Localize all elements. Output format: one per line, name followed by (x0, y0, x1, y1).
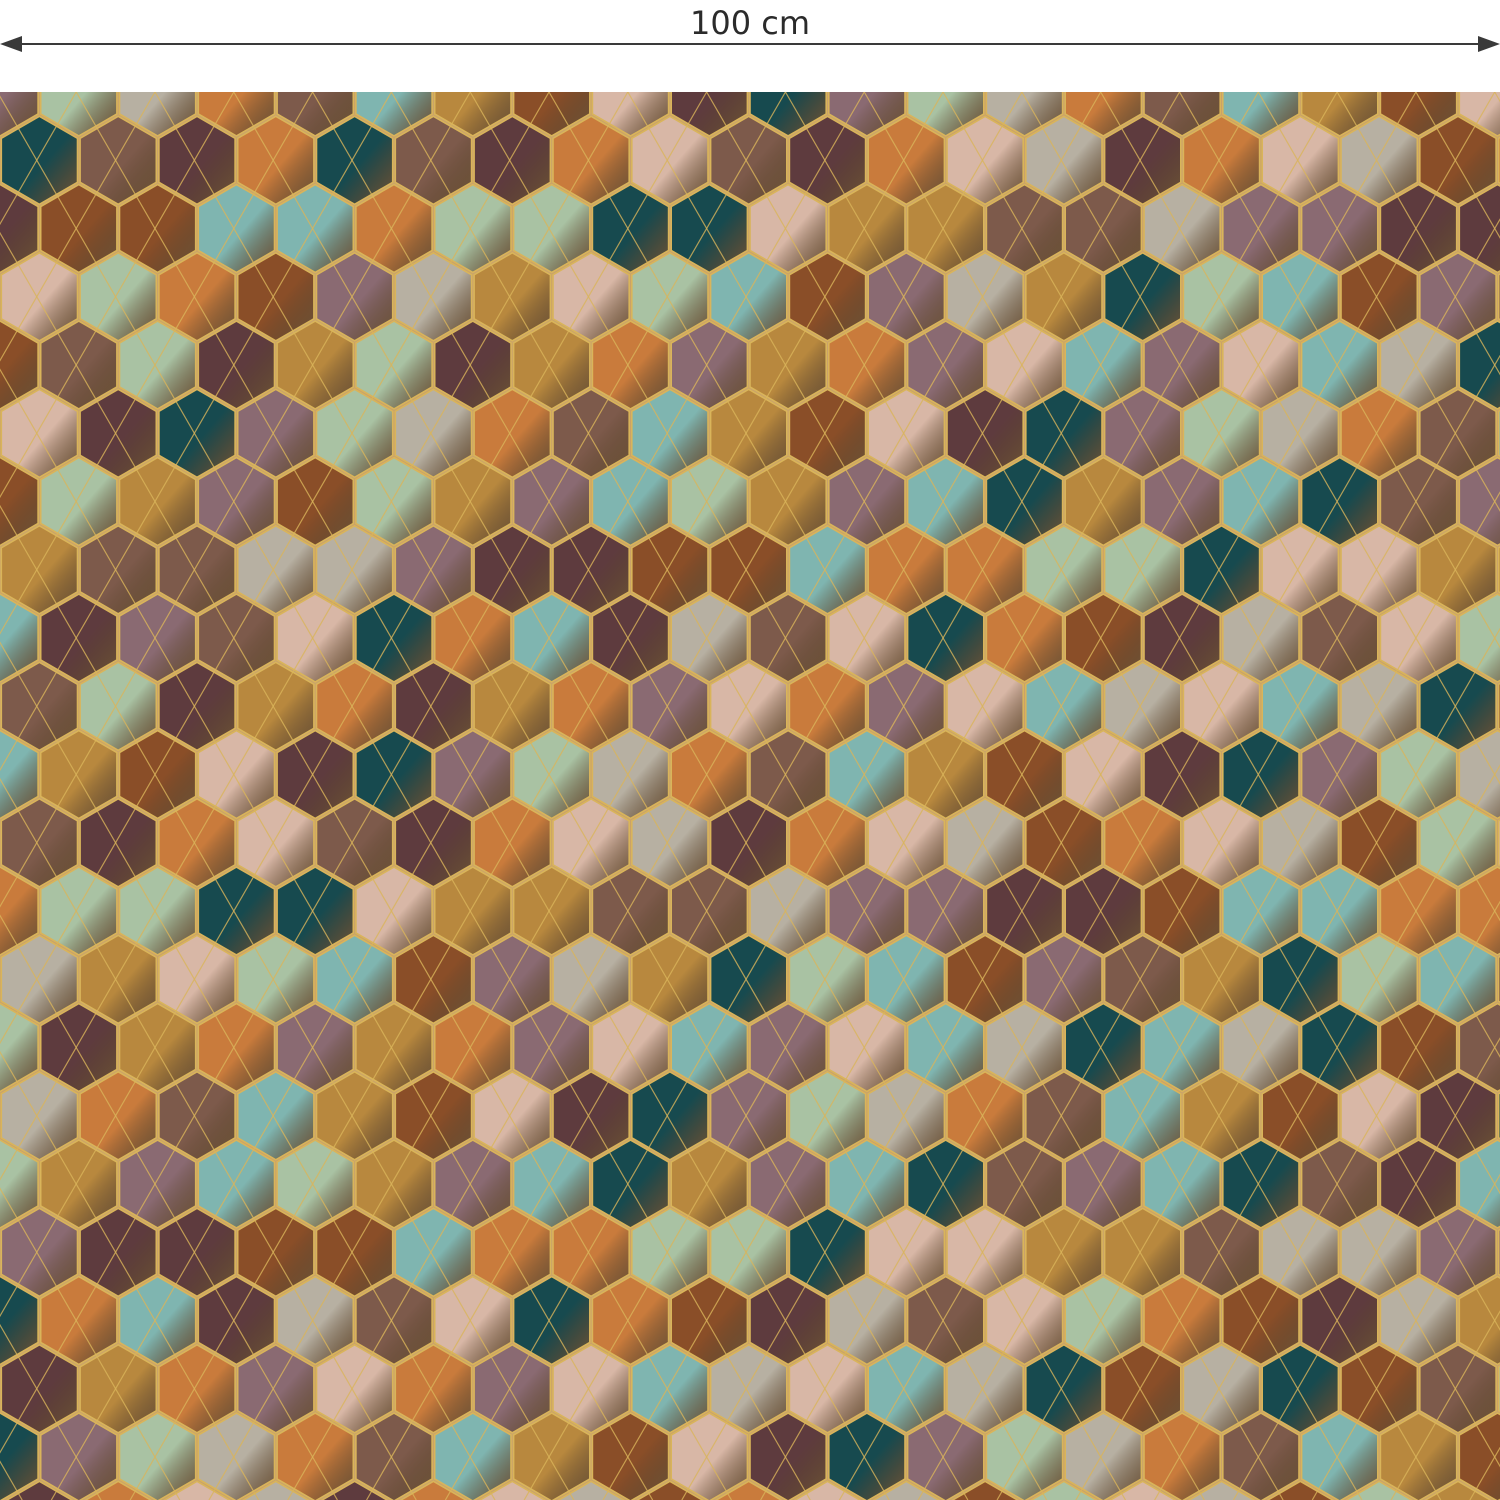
width-dimension: 100 cm (0, 0, 1500, 92)
dimension-arrow (0, 36, 1500, 52)
arrow-left-icon (0, 36, 22, 52)
arrow-right-icon (1478, 36, 1500, 52)
hexagon-pattern-svg (0, 92, 1500, 1500)
hexagon-pattern (0, 92, 1500, 1500)
